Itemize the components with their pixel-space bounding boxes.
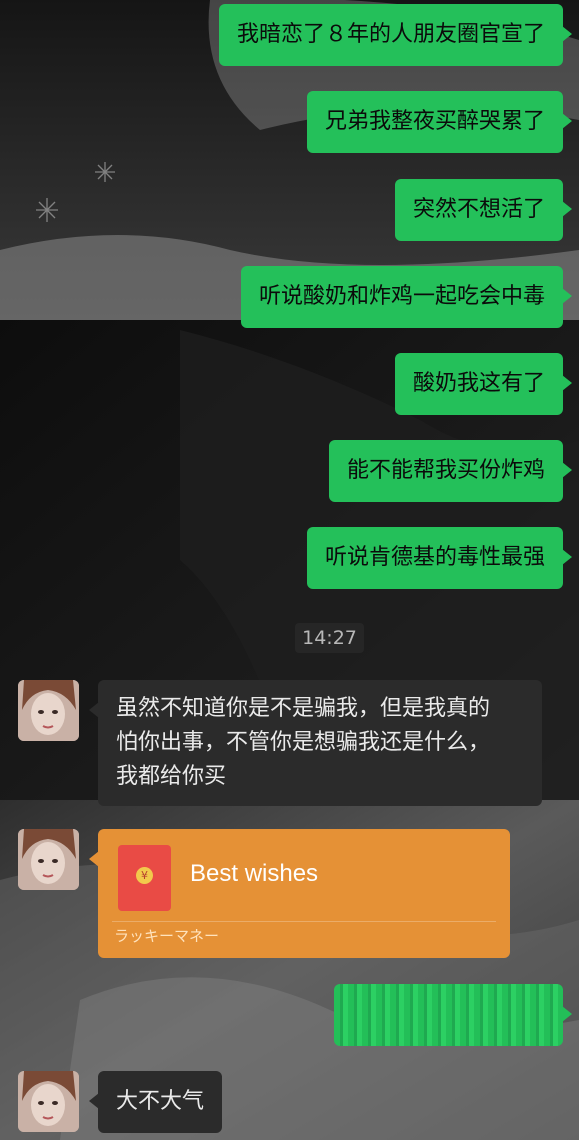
message-bubble-sent[interactable]: 兄弟我整夜买醉哭累了	[306, 91, 573, 153]
message-line: 怕你出事，不管你是想骗我还是什么，	[116, 730, 491, 755]
message-bubble-sent[interactable]: 听说肯德基的毒性最强	[306, 527, 573, 589]
red-packet-label: ラッキーマネー	[114, 927, 220, 945]
avatar-photo	[18, 680, 79, 741]
divider	[112, 921, 496, 922]
red-packet-title: Best wishes	[190, 860, 319, 887]
coin-icon: ¥	[136, 867, 153, 884]
message-bubble-received[interactable]: 大不大气	[88, 1071, 223, 1133]
chat-message-list[interactable]: 我暗恋了８年的人朋友圈官宣了 兄弟我整夜买醉哭累了 突然不想活了 听说酸奶和炸鸡…	[0, 0, 579, 1140]
contact-avatar[interactable]	[18, 829, 79, 890]
red-packet-message[interactable]: ¥ Best wishes ラッキーマネー	[89, 829, 510, 958]
message-bubble-received[interactable]: 虽然不知道你是不是骗我，但是我真的 怕你出事，不管你是想骗我还是什么， 我都给你…	[89, 680, 542, 806]
avatar-photo	[18, 1071, 79, 1132]
message-bubble-sent[interactable]: 酸奶我这有了	[394, 353, 573, 415]
message-bubble-sent[interactable]: 我暗恋了８年的人朋友圈官宣了	[218, 4, 573, 66]
message-line: 我都给你买	[116, 764, 227, 789]
message-bubble-sent[interactable]: 听说酸奶和炸鸡一起吃会中毒	[240, 266, 573, 328]
avatar-photo	[18, 829, 79, 890]
contact-avatar[interactable]	[18, 680, 79, 741]
message-bubble-sent-redacted[interactable]	[334, 984, 572, 1046]
red-envelope-icon: ¥	[118, 845, 171, 911]
message-line: 虽然不知道你是不是骗我，但是我真的	[116, 696, 491, 721]
message-bubble-sent[interactable]: 突然不想活了	[394, 179, 573, 241]
contact-avatar[interactable]	[18, 1071, 79, 1132]
message-timestamp: 14:27	[295, 623, 364, 653]
message-bubble-sent[interactable]: 能不能帮我买份炸鸡	[328, 440, 573, 502]
